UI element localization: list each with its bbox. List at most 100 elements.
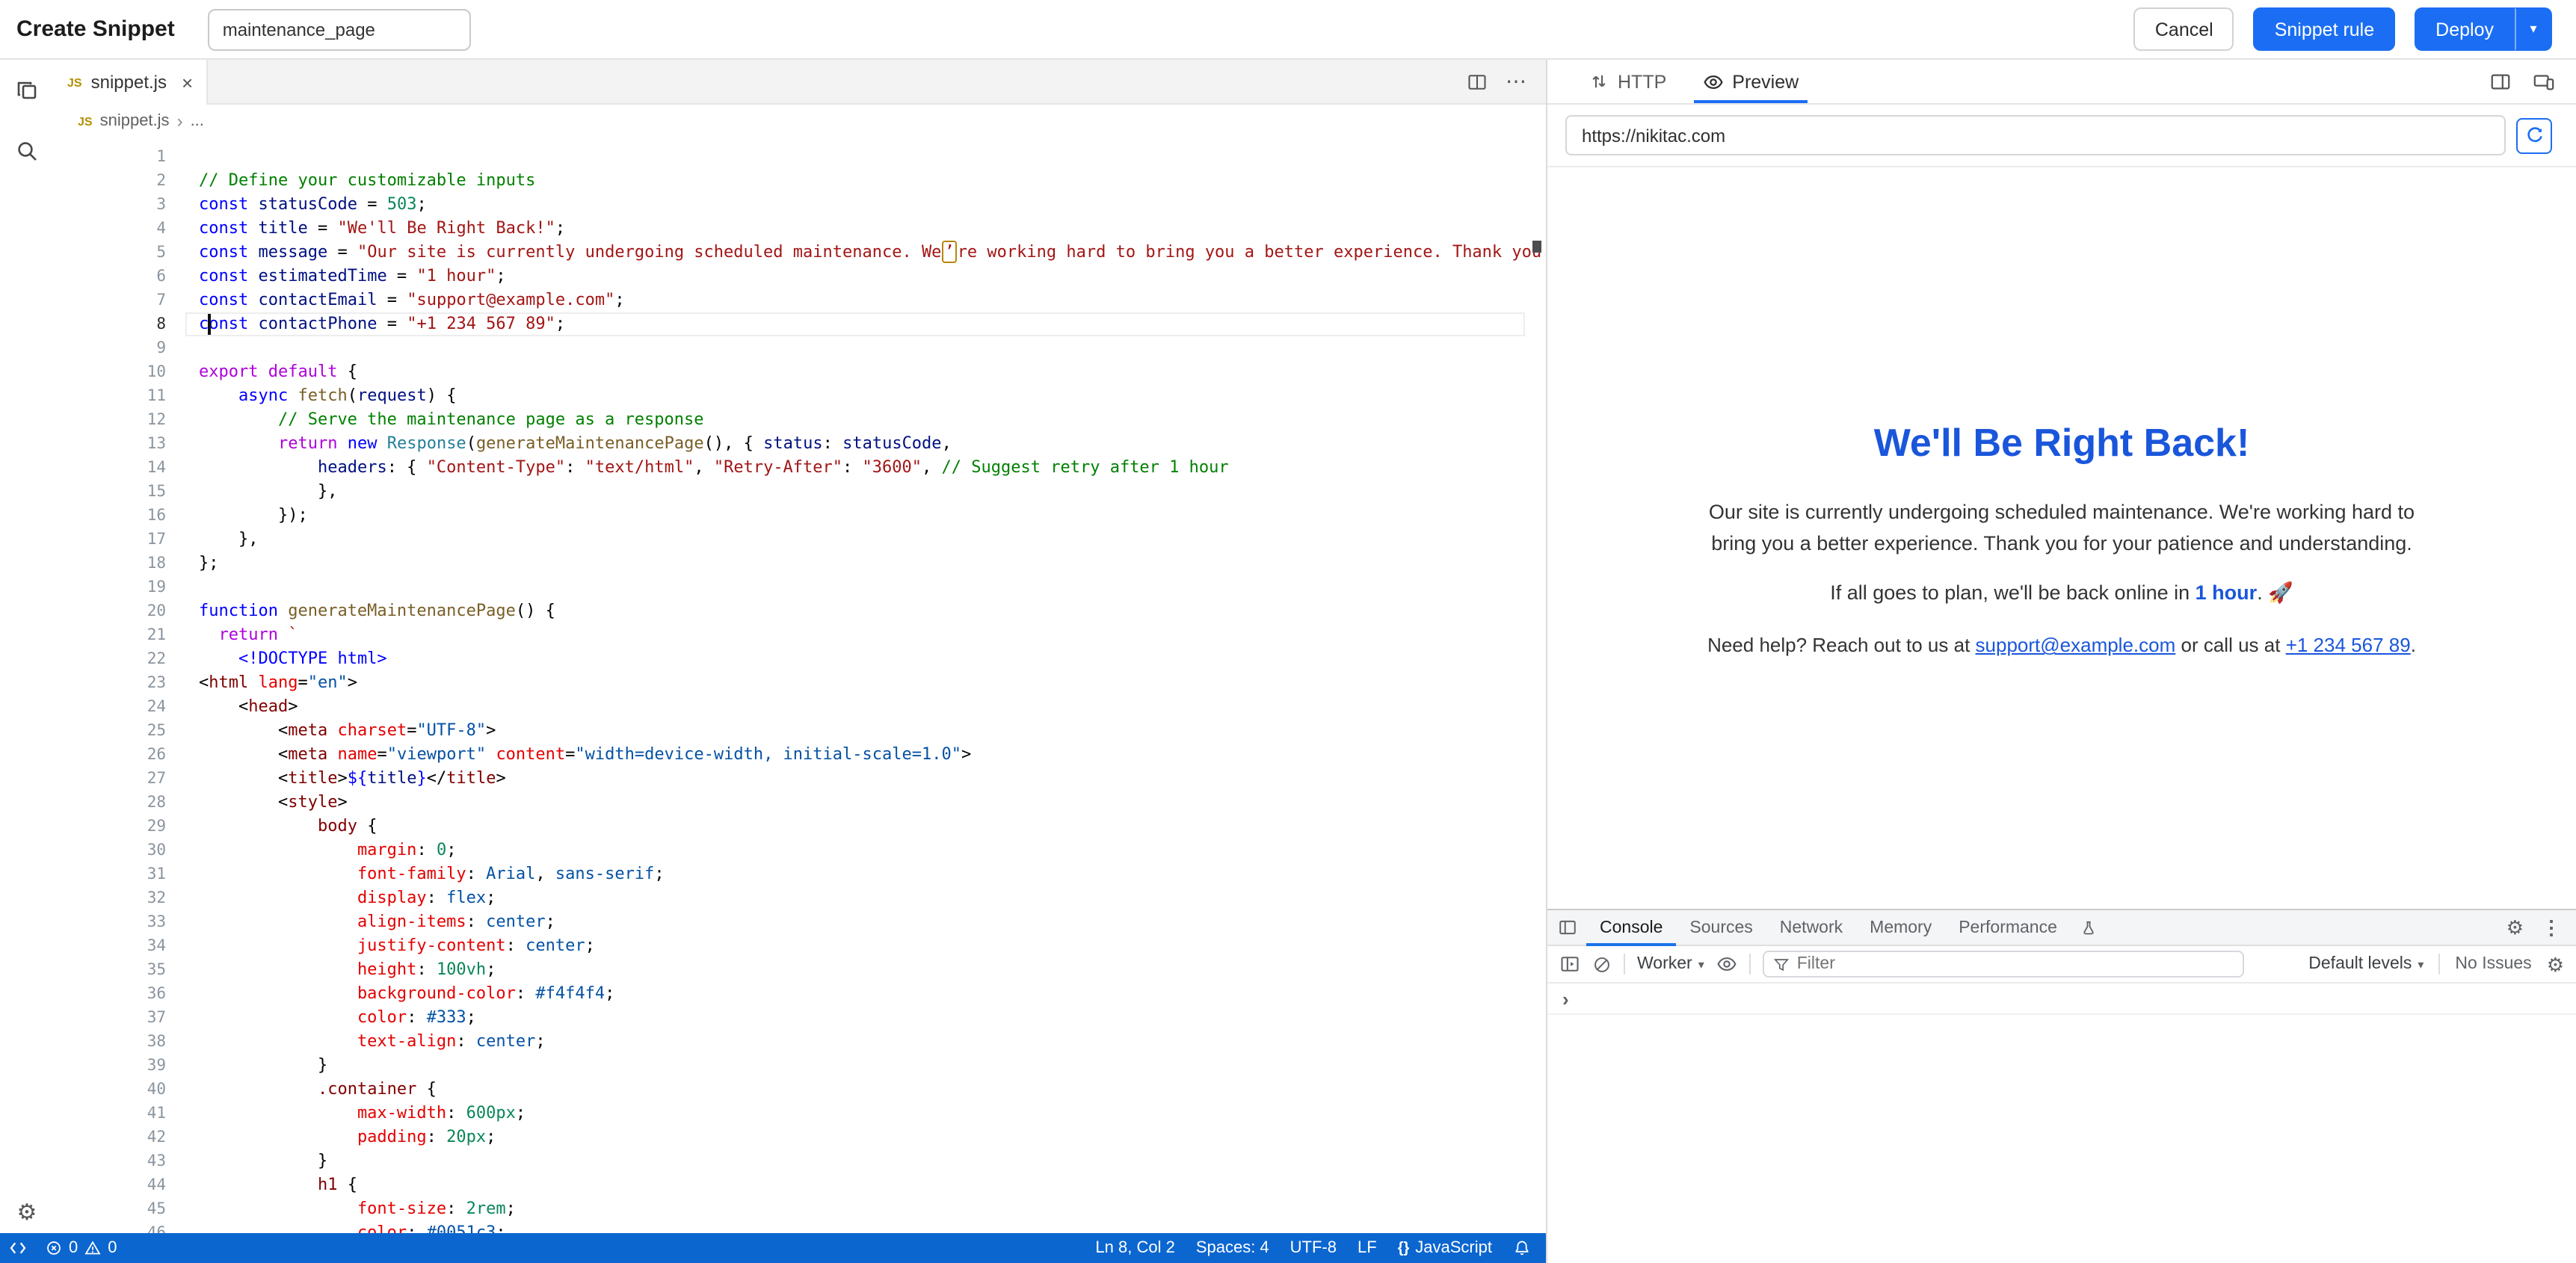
devtools-menu-kebab-icon[interactable]: ⋮: [2542, 915, 2561, 939]
code-line-40[interactable]: 40 .container {: [54, 1078, 1546, 1102]
issues-counter[interactable]: No Issues: [2455, 955, 2531, 973]
devtools-tab-network[interactable]: Network: [1766, 910, 1856, 945]
code-line-27[interactable]: 27 <title>${title}</title>: [54, 767, 1546, 791]
code-line-35[interactable]: 35 height: 100vh;: [54, 958, 1546, 982]
tab-snippet-js[interactable]: JS snippet.js ×: [54, 60, 208, 105]
code-text: color: #333;: [199, 1006, 476, 1030]
code-line-18[interactable]: 18};: [54, 552, 1546, 575]
cancel-button[interactable]: Cancel: [2134, 7, 2234, 51]
code-line-43[interactable]: 43 }: [54, 1149, 1546, 1173]
code-line-6[interactable]: 6const estimatedTime = "1 hour";: [54, 265, 1546, 288]
encoding[interactable]: UTF-8: [1290, 1239, 1337, 1257]
snippet-name-input[interactable]: [208, 8, 471, 50]
language-mode[interactable]: {} JavaScript: [1398, 1239, 1492, 1257]
contact-phone-link[interactable]: +1 234 567 89: [2286, 634, 2411, 656]
console-settings-gear-icon[interactable]: ⚙: [2547, 954, 2564, 974]
console-filter-box[interactable]: [1763, 951, 2244, 978]
code-line-25[interactable]: 25 <meta charset="UTF-8">: [54, 719, 1546, 743]
code-line-3[interactable]: 3const statusCode = 503;: [54, 193, 1546, 217]
code-line-20[interactable]: 20function generateMaintenancePage() {: [54, 599, 1546, 623]
code-line-5[interactable]: 5const message = "Our site is currently …: [54, 241, 1546, 265]
settings-gear-icon[interactable]: ⚙: [17, 1202, 37, 1224]
code-line-9[interactable]: 9: [54, 336, 1546, 360]
layout-columns-icon[interactable]: [2489, 70, 2512, 93]
code-line-14[interactable]: 14 headers: { "Content-Type": "text/html…: [54, 456, 1546, 480]
code-editor[interactable]: 12// Define your customizable inputs3con…: [54, 138, 1546, 1263]
execution-context-select[interactable]: Worker ▾: [1637, 955, 1704, 973]
devtools-panel-icon[interactable]: [1547, 910, 1586, 945]
refresh-button[interactable]: [2516, 117, 2552, 153]
cursor-position[interactable]: Ln 8, Col 2: [1095, 1239, 1174, 1257]
code-line-41[interactable]: 41 max-width: 600px;: [54, 1102, 1546, 1125]
code-line-4[interactable]: 4const title = "We'll Be Right Back!";: [54, 217, 1546, 241]
notifications-bell-icon[interactable]: [1513, 1239, 1531, 1257]
eta-prefix: If all goes to plan, we'll be back onlin…: [1830, 581, 2195, 604]
devtools-settings-gear-icon[interactable]: ⚙: [2506, 918, 2524, 937]
code-line-31[interactable]: 31 font-family: Arial, sans-serif;: [54, 862, 1546, 886]
code-line-29[interactable]: 29 body {: [54, 815, 1546, 839]
code-line-44[interactable]: 44 h1 {: [54, 1173, 1546, 1197]
search-icon[interactable]: [13, 138, 40, 164]
tab-preview[interactable]: Preview: [1684, 60, 1817, 103]
breadcrumb: JS snippet.js › ...: [54, 105, 1546, 138]
code-line-11[interactable]: 11 async fetch(request) {: [54, 384, 1546, 408]
experiment-flask-icon[interactable]: [2071, 910, 2107, 945]
remote-indicator-icon[interactable]: [9, 1239, 27, 1257]
deploy-button[interactable]: Deploy: [2415, 7, 2515, 51]
devtools-tab-sources[interactable]: Sources: [1676, 910, 1766, 945]
indentation[interactable]: Spaces: 4: [1196, 1239, 1269, 1257]
code-line-39[interactable]: 39 }: [54, 1054, 1546, 1078]
contact-email-link[interactable]: support@example.com: [1976, 634, 2176, 656]
code-line-12[interactable]: 12 // Serve the maintenance page as a re…: [54, 408, 1546, 432]
code-line-8[interactable]: 8const contactPhone = "+1 234 567 89";: [54, 312, 1546, 336]
breadcrumb-file[interactable]: snippet.js: [100, 112, 170, 130]
code-line-33[interactable]: 33 align-items: center;: [54, 910, 1546, 934]
code-line-19[interactable]: 19: [54, 575, 1546, 599]
code-line-10[interactable]: 10export default {: [54, 360, 1546, 384]
code-line-7[interactable]: 7const contactEmail = "support@example.c…: [54, 288, 1546, 312]
breadcrumb-symbol[interactable]: ...: [191, 112, 204, 130]
devtools-tab-performance[interactable]: Performance: [1945, 910, 2071, 945]
eol-sequence[interactable]: LF: [1358, 1239, 1377, 1257]
console-sidebar-icon[interactable]: [1559, 954, 1580, 975]
problems-indicator[interactable]: 0 0: [45, 1239, 117, 1257]
close-icon[interactable]: ×: [182, 72, 193, 92]
devtools-tab-memory[interactable]: Memory: [1856, 910, 1945, 945]
console-input-row[interactable]: ›: [1547, 983, 2576, 1015]
code-line-37[interactable]: 37 color: #333;: [54, 1006, 1546, 1030]
line-number: 7: [54, 288, 166, 312]
console-filter-input[interactable]: [1797, 955, 2234, 973]
code-line-16[interactable]: 16 });: [54, 504, 1546, 528]
code-line-2[interactable]: 2// Define your customizable inputs: [54, 169, 1546, 193]
code-line-13[interactable]: 13 return new Response(generateMaintenan…: [54, 432, 1546, 456]
code-line-34[interactable]: 34 justify-content: center;: [54, 934, 1546, 958]
code-line-32[interactable]: 32 display: flex;: [54, 886, 1546, 910]
code-line-21[interactable]: 21 return `: [54, 623, 1546, 647]
code-line-42[interactable]: 42 padding: 20px;: [54, 1125, 1546, 1149]
code-line-30[interactable]: 30 margin: 0;: [54, 839, 1546, 862]
devtools-tab-console[interactable]: Console: [1586, 910, 1676, 945]
code-line-28[interactable]: 28 <style>: [54, 791, 1546, 815]
toolbar-divider: [1624, 954, 1625, 975]
code-line-45[interactable]: 45 font-size: 2rem;: [54, 1197, 1546, 1221]
code-line-17[interactable]: 17 },: [54, 528, 1546, 552]
more-actions-icon[interactable]: ⋯: [1506, 69, 1528, 94]
code-line-15[interactable]: 15 },: [54, 480, 1546, 504]
split-editor-icon[interactable]: [1467, 71, 1488, 92]
code-line-22[interactable]: 22 <!DOCTYPE html>: [54, 647, 1546, 671]
code-line-24[interactable]: 24 <head>: [54, 695, 1546, 719]
tab-http[interactable]: HTTP: [1571, 60, 1684, 103]
code-line-1[interactable]: 1: [54, 145, 1546, 169]
files-icon[interactable]: [13, 78, 40, 105]
clear-console-icon[interactable]: [1592, 954, 1612, 974]
log-levels-select[interactable]: Default levels ▾: [2308, 955, 2424, 973]
code-line-23[interactable]: 23<html lang="en">: [54, 671, 1546, 695]
code-line-38[interactable]: 38 text-align: center;: [54, 1030, 1546, 1054]
devices-icon[interactable]: [2533, 70, 2555, 93]
url-input[interactable]: [1565, 115, 2506, 155]
code-line-26[interactable]: 26 <meta name="viewport" content="width=…: [54, 743, 1546, 767]
deploy-dropdown-button[interactable]: ▾: [2515, 7, 2552, 51]
live-expression-eye-icon[interactable]: [1716, 954, 1737, 975]
snippet-rule-button[interactable]: Snippet rule: [2254, 7, 2395, 51]
code-line-36[interactable]: 36 background-color: #f4f4f4;: [54, 982, 1546, 1006]
